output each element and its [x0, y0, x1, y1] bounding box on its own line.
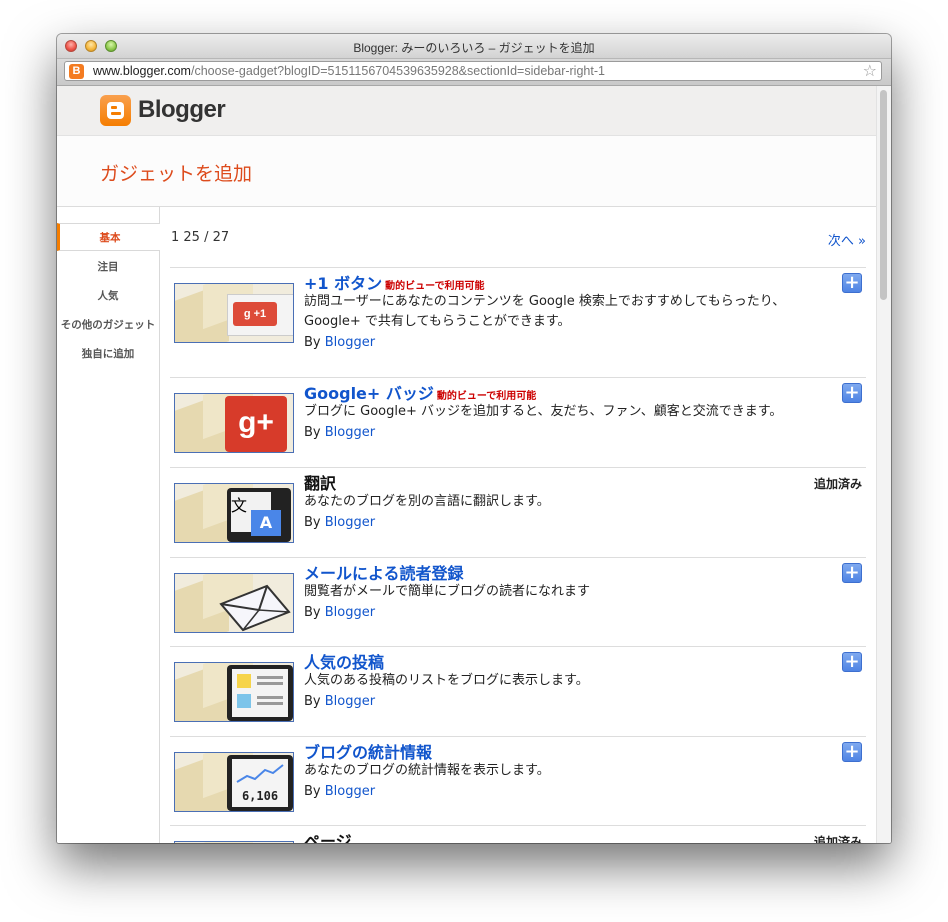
gadget-author: By Blogger [304, 515, 376, 530]
google-plus-icon[interactable]: g+ [174, 393, 294, 453]
scrollbar-thumb[interactable] [880, 90, 887, 300]
add-gadget-button[interactable]: + [842, 563, 862, 583]
sidebar-item-basic[interactable]: 基本 [57, 223, 160, 251]
gadget-title[interactable]: +1 ボタン 動的ビューで利用可能 [304, 270, 485, 294]
browser-window: Blogger: みーのいろいろ – ガジェットを追加 B www.blogge… [57, 34, 891, 843]
gadget-title[interactable]: 人気の投稿 [304, 649, 384, 673]
add-gadget-button[interactable]: + [842, 273, 862, 293]
add-gadget-button[interactable]: + [842, 652, 862, 672]
plus-one-icon[interactable]: g +1 [174, 283, 294, 343]
gadget-row: 6,106 ブログの統計情報 あなたのブログの統計情報を表示します。 By Bl… [170, 736, 866, 826]
dynamic-views-badge: 動的ビューで利用可能 [385, 281, 485, 292]
blogger-header: Blogger [57, 86, 877, 136]
sidebar-item-popular[interactable]: 人気 [57, 288, 159, 303]
author-link[interactable]: Blogger [325, 694, 375, 709]
gadget-description: あなたのブログの統計情報を表示します。 [304, 763, 550, 778]
window-title: Blogger: みーのいろいろ – ガジェットを追加 [353, 41, 595, 55]
gadget-description: 訪問ユーザーにあなたのコンテンツを Google 検索上でおすすめしてもらったり… [304, 294, 786, 329]
popular-posts-icon[interactable] [174, 662, 294, 722]
toolbar: B www.blogger.com/choose-gadget?blogID=5… [57, 59, 891, 86]
gadget-row: ページ 追加済み [170, 825, 866, 843]
stats-chart-icon[interactable]: 6,106 [174, 752, 294, 812]
blogger-favicon-icon: B [69, 64, 84, 79]
author-link[interactable]: Blogger [325, 335, 375, 350]
author-link[interactable]: Blogger [325, 784, 375, 799]
address-bar[interactable]: B www.blogger.com/choose-gadget?blogID=5… [64, 61, 882, 81]
dynamic-views-badge: 動的ビューで利用可能 [436, 391, 537, 402]
blogger-logo-icon[interactable] [100, 95, 131, 126]
page-title: ガジェットを追加 [100, 163, 253, 185]
gadget-author: By Blogger [304, 425, 376, 440]
gadget-description: 閲覧者がメールで簡単にブログの読者になれます [304, 584, 591, 599]
url-text[interactable]: www.blogger.com/choose-gadget?blogID=515… [93, 64, 605, 78]
gadget-author: By Blogger [304, 694, 376, 709]
translate-icon: 文 A [174, 483, 294, 543]
envelope-icon[interactable] [174, 573, 294, 633]
url-path: /choose-gadget?blogID=515115670453963592… [190, 64, 605, 78]
gadget-author: By Blogger [304, 605, 376, 620]
sidebar-item-add-your-own[interactable]: 独自に追加 [57, 346, 159, 361]
gadget-title[interactable]: Google+ バッジ 動的ビューで利用可能 [304, 380, 536, 404]
sidebar-item-featured[interactable]: 注目 [57, 259, 159, 274]
gadget-description: あなたのブログを別の言語に翻訳します。 [304, 494, 550, 509]
pages-icon [174, 841, 294, 843]
gadget-author: By Blogger [304, 335, 376, 350]
gadget-author: By Blogger [304, 784, 376, 799]
gadget-description: ブログに Google+ バッジを追加すると、友だち、ファン、顧客と交流できます… [304, 404, 783, 419]
next-page-link[interactable]: 次へ » [828, 230, 866, 249]
title-bar: Blogger: みーのいろいろ – ガジェットを追加 [57, 34, 891, 59]
author-link[interactable]: Blogger [325, 515, 375, 530]
gadget-row: 文 A 翻訳 あなたのブログを別の言語に翻訳します。 By Blogger 追加… [170, 467, 866, 558]
gadget-title: 翻訳 [304, 474, 337, 493]
gadget-title[interactable]: ブログの統計情報 [304, 739, 432, 763]
gadget-row: g +1 +1 ボタン 動的ビューで利用可能 訪問ユーザーにあなたのコンテンツを … [170, 267, 866, 378]
add-gadget-button[interactable]: + [842, 742, 862, 762]
add-gadget-button[interactable]: + [842, 383, 862, 403]
author-link[interactable]: Blogger [325, 425, 375, 440]
heading-area: ガジェットを追加 [57, 136, 877, 207]
gadget-row: g+ Google+ バッジ 動的ビューで利用可能 ブログに Google+ バッ… [170, 377, 866, 468]
pager-count: 1 25 / 27 [171, 230, 230, 245]
already-added-label: 追加済み [813, 835, 862, 843]
url-domain: www.blogger.com [93, 64, 191, 78]
category-sidebar: 基本 注目 人気 その他のガジェット 独自に追加 [57, 207, 160, 843]
sidebar-item-more-gadgets[interactable]: その他のガジェット [57, 317, 159, 332]
gadget-row: 人気の投稿 人気のある投稿のリストをブログに表示します。 By Blogger … [170, 646, 866, 737]
gadget-row: メールによる読者登録 閲覧者がメールで簡単にブログの読者になれます By Blo… [170, 557, 866, 647]
gadget-title[interactable]: メールによる読者登録 [304, 560, 464, 584]
already-added-label: 追加済み [813, 477, 862, 491]
star-icon[interactable]: ☆ [863, 62, 877, 80]
blogger-logo-text[interactable]: Blogger [138, 96, 226, 124]
author-link[interactable]: Blogger [325, 605, 375, 620]
gadget-description: 人気のある投稿のリストをブログに表示します。 [304, 673, 589, 688]
vertical-scrollbar[interactable] [876, 86, 891, 843]
gadget-list: 1 25 / 27 次へ » g +1 +1 ボタン 動的ビューで利用可能 訪問ユ… [170, 207, 866, 843]
gadget-title: ページ [304, 832, 352, 843]
page-viewport: Blogger ガジェットを追加 基本 注目 人気 その他のガジェット 独自に追… [57, 86, 891, 843]
